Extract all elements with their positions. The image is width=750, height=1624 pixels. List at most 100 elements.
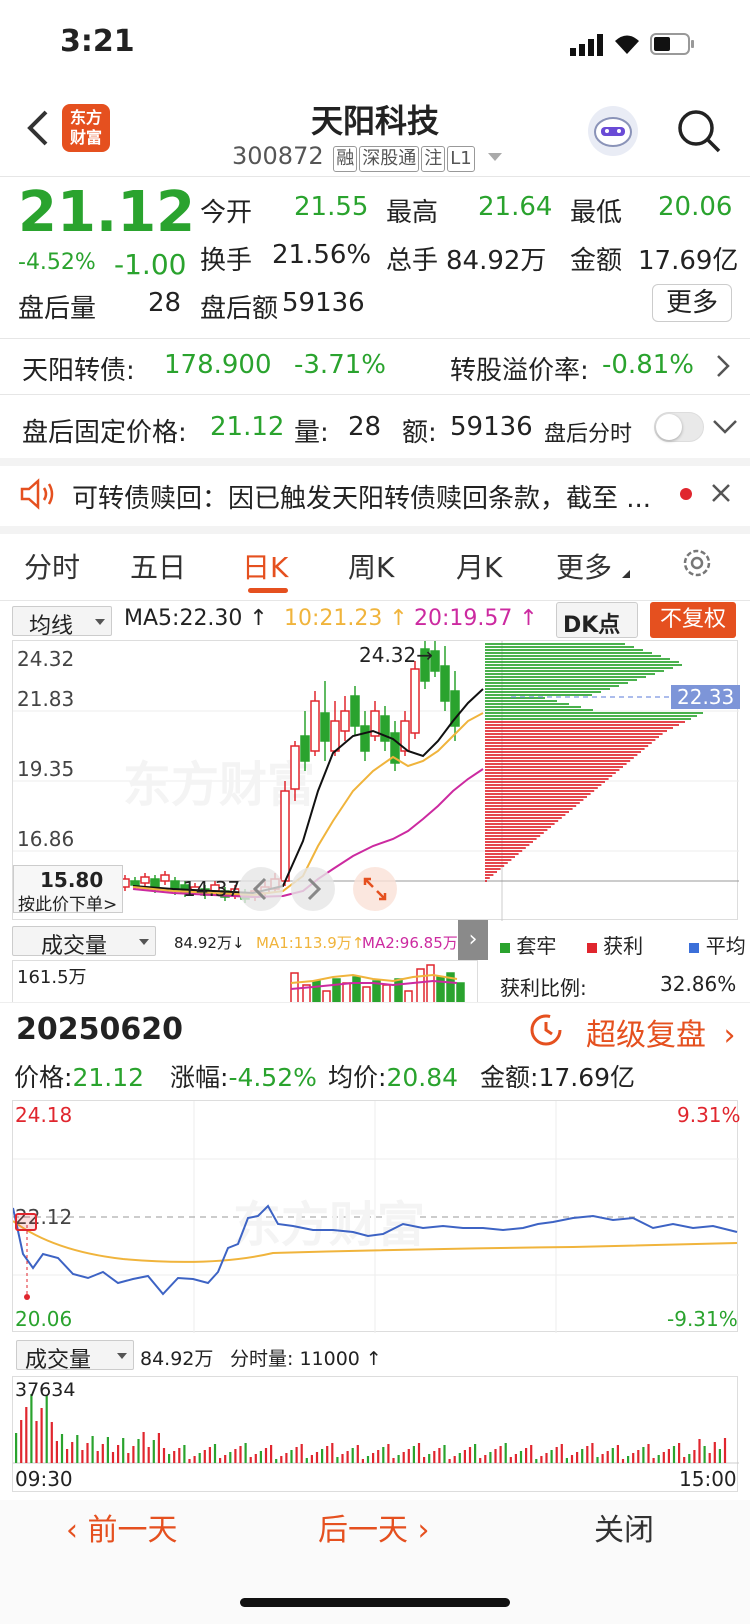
- intraday-volume-bar: [219, 1458, 222, 1463]
- tab-monthly-k[interactable]: 月K: [456, 546, 502, 586]
- kline-vol-select[interactable]: 成交量: [12, 926, 156, 959]
- intraday-volume-bar: [433, 1451, 436, 1463]
- ma20-value: 20:19.57 ↑: [414, 606, 538, 631]
- chip-bar: [485, 853, 519, 855]
- cursor-hint: 按此价下单>: [18, 895, 118, 915]
- intraday-volume-bar: [494, 1449, 497, 1463]
- chip-bar: [485, 796, 587, 798]
- chip-bar: [485, 835, 541, 837]
- notice-text[interactable]: 可转债赎回：因已触发天阳转债赎回条款，截至 ...: [72, 478, 662, 515]
- intraday-volume-bar: [611, 1448, 614, 1463]
- robot-avatar-icon[interactable]: [588, 106, 638, 156]
- ma5-text: MA5:22.30: [124, 606, 243, 631]
- bond-row[interactable]: 天阳转债: 178.900 -3.71% 转股溢价率: -0.81%: [0, 338, 750, 394]
- candle-body: [310, 700, 320, 752]
- intraday-volume-bar: [270, 1445, 273, 1463]
- intraday-volume-bar: [183, 1445, 186, 1463]
- super-replay-label: 超级复盘: [586, 1018, 706, 1053]
- chart-expand-button[interactable]: ›: [458, 920, 488, 960]
- chip-bar: [485, 646, 634, 648]
- candle-body: [330, 720, 340, 752]
- tab-weekly-k[interactable]: 周K: [348, 546, 394, 586]
- chevron-down-icon[interactable]: [712, 418, 738, 440]
- intraday-amount-value: 17.69亿: [538, 1063, 636, 1092]
- intraday-volume-bar: [377, 1450, 380, 1463]
- intraday-volume-bar: [504, 1443, 507, 1463]
- intraday-vol-select[interactable]: 成交量: [16, 1340, 134, 1373]
- intraday-volume-bar: [474, 1444, 477, 1463]
- chip-bar: [485, 850, 523, 852]
- chip-bar: [485, 844, 530, 846]
- pan-right-icon[interactable]: [291, 867, 335, 911]
- prev-day-button[interactable]: ‹ 前一天: [66, 1505, 178, 1549]
- y-label-4: 16.86: [17, 827, 75, 851]
- tab-more[interactable]: 更多: [556, 546, 612, 586]
- intraday-volume-bar: [254, 1454, 257, 1463]
- intraday-volume-bar: [229, 1452, 232, 1463]
- intraday-volume-bar: [127, 1453, 130, 1463]
- intraday-chart[interactable]: 东方财富 24.18 22.12 20.06 9.31% -9.31%: [12, 1100, 741, 1333]
- intraday-volume-bar: [662, 1452, 665, 1463]
- intraday-vol-tick: 分时量: 11000 ↑: [230, 1348, 382, 1370]
- chip-bar: [485, 826, 551, 828]
- intraday-y-bot: 20.06: [15, 1307, 73, 1331]
- bond-change: -3.71%: [294, 350, 386, 380]
- intraday-amount-label: 金额:: [480, 1063, 539, 1092]
- ma-select[interactable]: 均线: [12, 606, 112, 639]
- more-button[interactable]: 更多: [652, 284, 732, 322]
- intraday-svg: 东方财富: [12, 1101, 739, 1333]
- chip-bar: [485, 847, 526, 849]
- chip-bar: [485, 682, 628, 684]
- after-hours-price: 21.12: [210, 412, 285, 442]
- chip-bar: [485, 769, 620, 771]
- caret-down-icon: [139, 939, 149, 945]
- intraday-volume-bar: [514, 1454, 517, 1463]
- amount-label: 金额: [570, 246, 623, 276]
- high-label: 最高: [386, 198, 439, 228]
- intraday-price-label: 价格:: [14, 1063, 73, 1092]
- chevron-down-icon: [488, 153, 503, 161]
- super-replay-link[interactable]: 超级复盘 ›: [586, 1010, 736, 1054]
- next-day-label: 后一天: [318, 1513, 408, 1548]
- caret-down-icon: [95, 619, 105, 625]
- close-icon[interactable]: [710, 482, 732, 508]
- intraday-volume-bar: [458, 1453, 461, 1463]
- pan-left-icon[interactable]: [239, 867, 283, 911]
- intraday-volume-bar: [234, 1449, 237, 1463]
- tab-timeshare[interactable]: 分时: [24, 546, 80, 586]
- intraday-volume-bar: [198, 1453, 201, 1463]
- intraday-volume-bar: [132, 1446, 135, 1463]
- close-button[interactable]: 关闭: [594, 1505, 654, 1549]
- next-day-button[interactable]: 后一天 ›: [318, 1505, 430, 1549]
- no-adjust-button[interactable]: 不复权: [650, 602, 736, 638]
- fullscreen-icon[interactable]: [353, 867, 397, 911]
- chip-bar: [485, 694, 592, 696]
- intraday-volume-bar: [275, 1459, 278, 1463]
- chip-bar: [485, 829, 548, 831]
- stock-code-row[interactable]: 300872 融深股通注 L1: [232, 142, 503, 172]
- tab-more-corner-icon: [622, 570, 630, 578]
- chip-bar: [485, 724, 679, 726]
- tab-daily-k[interactable]: 日K: [242, 546, 288, 586]
- intraday-volume-bar: [213, 1444, 217, 1463]
- turnover-label: 换手: [200, 246, 253, 276]
- gear-icon[interactable]: [680, 546, 714, 584]
- chip-bar: [485, 862, 508, 864]
- after-hours-toggle[interactable]: [654, 412, 704, 442]
- intraday-vol-max: 37634: [15, 1379, 76, 1401]
- intraday-volume-bar: [244, 1443, 247, 1463]
- dk-point-button[interactable]: DK点: [556, 602, 638, 638]
- chip-bar: [485, 652, 652, 654]
- search-icon[interactable]: [676, 108, 722, 158]
- history-icon[interactable]: [528, 1012, 564, 1052]
- intraday-volume-bar: [76, 1435, 79, 1463]
- amount-value: 17.69亿: [638, 246, 739, 276]
- y-label-1: 24.32: [17, 647, 75, 671]
- intraday-volume-bar: [591, 1443, 594, 1463]
- cursor-price-box[interactable]: 15.80 按此价下单>: [13, 865, 123, 915]
- intraday-price: 21.12: [72, 1063, 145, 1092]
- intraday-volume-bar: [366, 1456, 370, 1463]
- kline-chart[interactable]: 东方财富 24.32 21.83 19.35 16.86 24.32→ 14.3…: [12, 640, 741, 921]
- chip-bar: [485, 859, 512, 861]
- tab-five-day[interactable]: 五日: [130, 546, 186, 586]
